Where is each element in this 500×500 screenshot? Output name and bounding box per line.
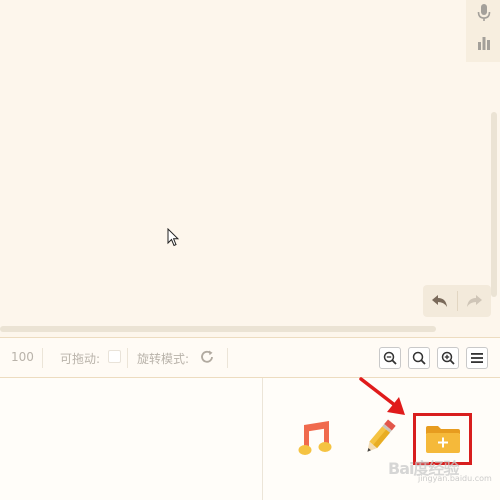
redo-button[interactable] — [457, 285, 491, 317]
vertical-scrollbar[interactable] — [491, 112, 497, 297]
zoom-value: 100 — [11, 350, 34, 364]
undo-icon — [431, 295, 447, 307]
side-toolbar — [466, 0, 500, 62]
music-button[interactable] — [296, 420, 334, 462]
bar-chart-icon[interactable] — [471, 30, 497, 56]
undo-button[interactable] — [423, 285, 457, 317]
watermark-subtext: jingyan.baidu.com — [418, 474, 492, 483]
zoom-out-button[interactable] — [379, 347, 401, 369]
zoom-reset-button[interactable] — [408, 347, 430, 369]
panel-divider — [262, 378, 263, 500]
horizontal-scrollbar[interactable] — [0, 326, 436, 332]
zoom-reset-icon — [412, 351, 426, 365]
music-icon — [298, 421, 332, 455]
draggable-label: 可拖动: — [60, 352, 101, 366]
undo-redo-group — [423, 285, 491, 317]
zoom-in-button[interactable] — [437, 347, 459, 369]
microphone-icon[interactable] — [471, 0, 497, 26]
toolbar-divider — [127, 348, 128, 368]
toolbar-divider — [42, 348, 43, 368]
mouse-cursor-icon — [167, 227, 180, 251]
toolbar-divider — [227, 348, 228, 368]
menu-button[interactable] — [466, 347, 488, 369]
zoom-out-icon — [383, 351, 397, 365]
redo-icon — [467, 295, 483, 307]
folder-add-icon — [425, 426, 460, 453]
bottom-toolbar: 100 可拖动: 旋转模式: — [0, 337, 500, 378]
zoom-in-icon — [441, 351, 455, 365]
menu-icon — [471, 353, 483, 363]
refresh-icon[interactable] — [199, 349, 215, 369]
annotation-arrow-icon — [358, 376, 410, 422]
pencil-icon — [367, 419, 396, 452]
rotate-mode-label: 旋转模式: — [137, 352, 190, 366]
draggable-checkbox[interactable] — [108, 350, 121, 363]
